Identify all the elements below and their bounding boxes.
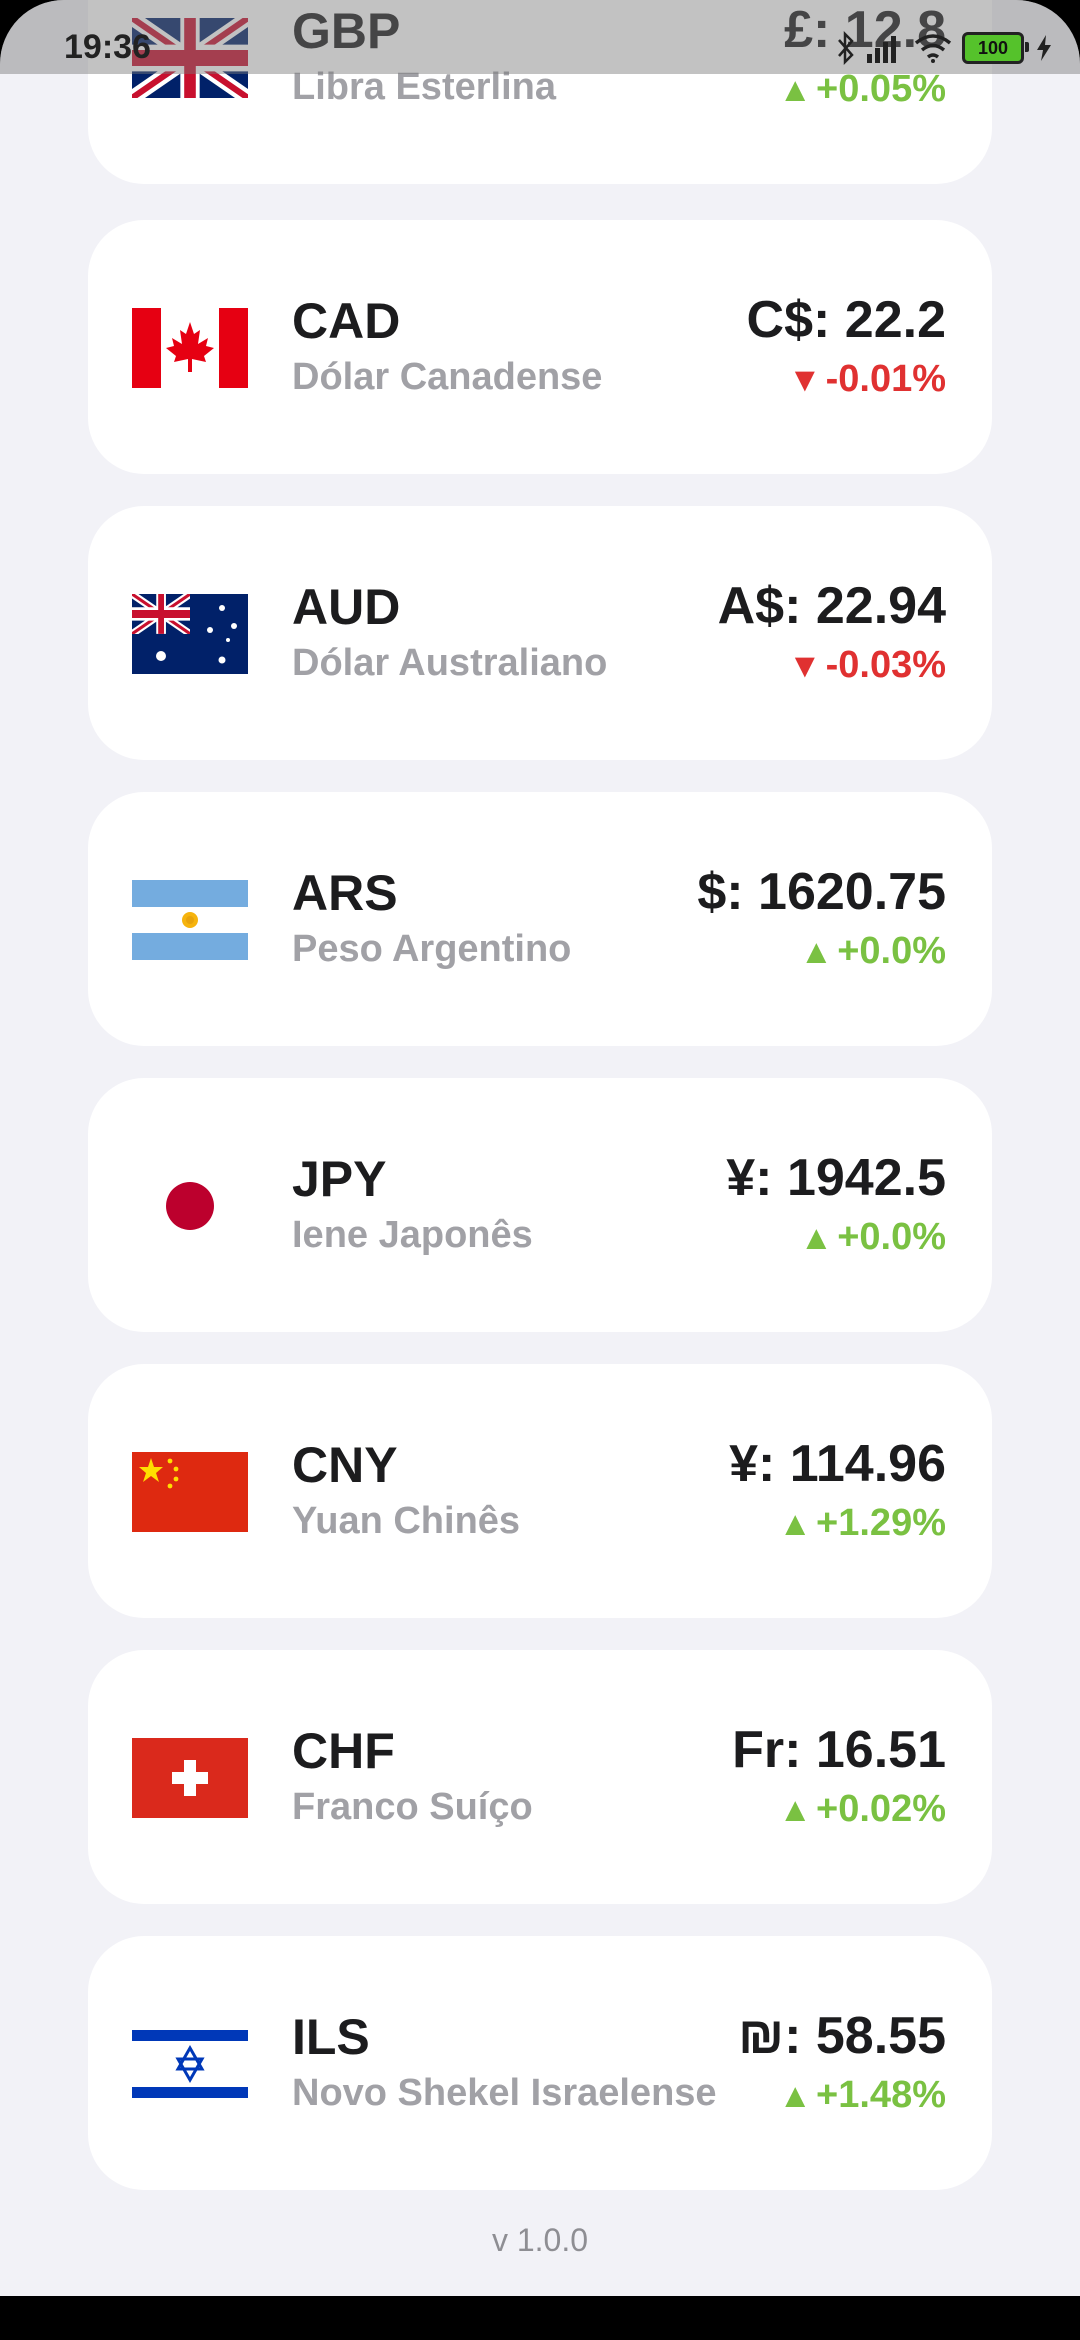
currency-name: Yuan Chinês — [292, 1500, 521, 1542]
up-arrow-icon: ▲ — [778, 71, 813, 109]
canada-flag-icon — [132, 308, 248, 388]
up-arrow-icon: ▲ — [799, 1219, 834, 1257]
japan-flag-icon — [132, 1166, 248, 1246]
currency-name: Dólar Australiano — [292, 642, 608, 684]
currency-card-cad[interactable]: CAD Dólar Canadense C$: 22.2 ▼ -0.01% — [88, 220, 992, 474]
currency-card-jpy[interactable]: JPY Iene Japonês ¥: 1942.5 ▲ +0.0% — [88, 1078, 992, 1332]
currency-rate: C$: 22.2 — [746, 291, 946, 349]
currency-rate: Fr: 16.51 — [732, 1721, 946, 1779]
currency-rate: $: 1620.75 — [697, 863, 946, 921]
currency-card-aud[interactable]: AUD Dólar Australiano A$: 22.94 ▼ -0.03% — [88, 506, 992, 760]
status-icons: 100 — [836, 22, 1054, 74]
app-version: v 1.0.0 — [491, 2222, 589, 2258]
currency-change: ▲ +0.0% — [799, 1216, 946, 1258]
currency-rate: A$: 22.94 — [717, 577, 946, 635]
currency-change: ▲ +0.0% — [799, 930, 946, 972]
up-arrow-icon: ▲ — [799, 933, 834, 971]
battery-indicator: 100 — [962, 32, 1029, 64]
currency-change: ▲ +0.05% — [778, 68, 946, 110]
currency-code: JPY — [292, 1151, 387, 1207]
currency-rate: ¥: 1942.5 — [726, 1149, 946, 1207]
down-arrow-icon: ▼ — [787, 647, 822, 685]
currency-rate: ₪: 58.55 — [738, 2007, 946, 2065]
charging-icon — [1037, 35, 1051, 61]
currency-code: CNY — [292, 1437, 398, 1493]
currency-name: Peso Argentino — [292, 928, 572, 970]
bluetooth-icon — [838, 31, 854, 65]
currency-code: AUD — [292, 579, 401, 635]
currency-code: ILS — [292, 2009, 370, 2065]
currency-change: ▲ +1.29% — [778, 1502, 946, 1544]
currency-card-ils[interactable]: ILS Novo Shekel Israelense ₪: 58.55 ▲ +1.… — [88, 1936, 992, 2190]
currency-change: ▼ -0.03% — [787, 644, 946, 686]
israel-flag-icon — [132, 2024, 248, 2104]
currency-name: Iene Japonês — [292, 1214, 533, 1256]
currency-change: ▲ +0.02% — [778, 1788, 946, 1830]
wifi-icon — [914, 34, 952, 63]
currency-rate: ¥: 114.96 — [729, 1435, 946, 1493]
currency-name: Dólar Canadense — [292, 356, 603, 398]
app-screen: GBP Libra Esterlina £: 12.8 ▲ +0.05% CAD … — [0, 0, 1080, 2296]
signal-icon — [867, 36, 896, 63]
status-time: 19:36 — [64, 28, 151, 66]
currency-name: Franco Suíço — [292, 1786, 533, 1828]
currency-code: CAD — [292, 293, 401, 349]
up-arrow-icon: ▲ — [778, 1791, 813, 1829]
currency-name: Novo Shekel Israelense — [292, 2072, 717, 2114]
status-bar: 19:36 100 — [0, 0, 1080, 74]
currency-card-chf[interactable]: CHF Franco Suíço Fr: 16.51 ▲ +0.02% — [88, 1650, 992, 1904]
china-flag-icon — [132, 1452, 248, 1532]
currency-card-cny[interactable]: CNY Yuan Chinês ¥: 114.96 ▲ +1.29% — [88, 1364, 992, 1618]
currency-change: ▼ -0.01% — [787, 358, 946, 400]
currency-card-ars[interactable]: ARS Peso Argentino $: 1620.75 ▲ +0.0% — [88, 792, 992, 1046]
currency-code: CHF — [292, 1723, 395, 1779]
currency-change: ▲ +1.48% — [778, 2074, 946, 2116]
down-arrow-icon: ▼ — [787, 361, 822, 399]
australia-flag-icon — [132, 594, 248, 674]
currency-code: ARS — [292, 865, 398, 921]
up-arrow-icon: ▲ — [778, 2077, 813, 2115]
argentina-flag-icon — [132, 880, 248, 960]
up-arrow-icon: ▲ — [778, 1505, 813, 1543]
switzerland-flag-icon — [132, 1738, 248, 1818]
